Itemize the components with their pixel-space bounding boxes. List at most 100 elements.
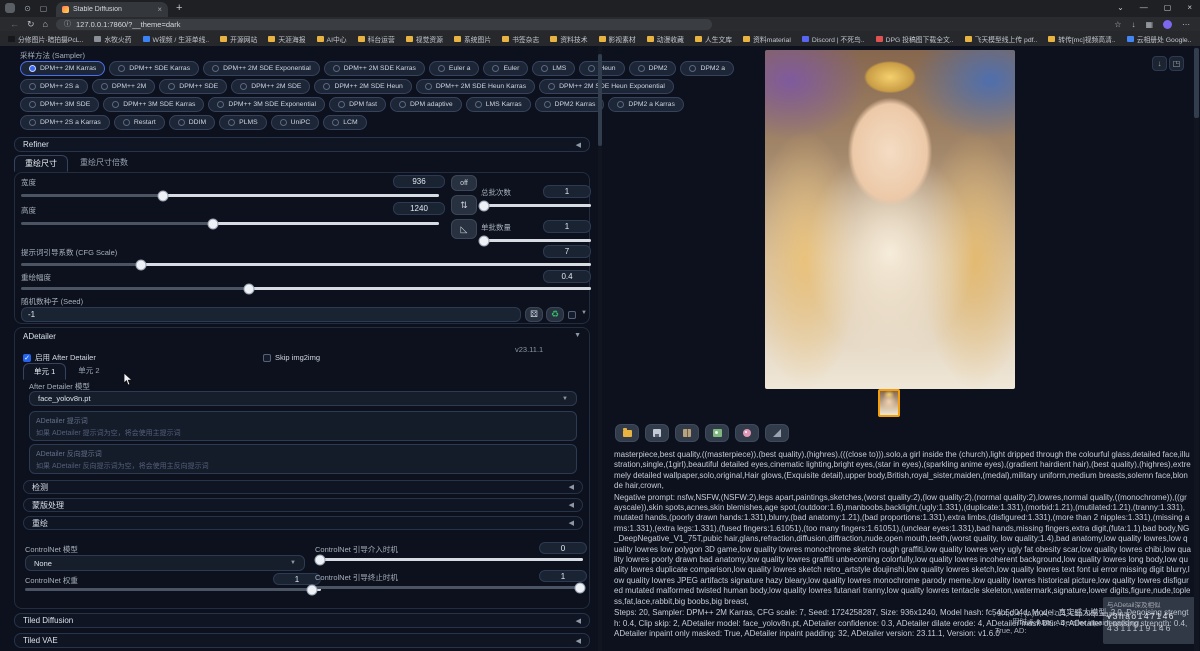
sampler-option[interactable]: UniPC [271, 115, 320, 130]
send-to-inpaint-button[interactable] [765, 424, 789, 442]
controlnet-end-slider[interactable] [315, 586, 583, 589]
bookmark-item[interactable]: AI中心 [317, 34, 347, 44]
account-avatar[interactable] [1163, 20, 1172, 29]
scrollbar-thumb[interactable] [1194, 48, 1199, 118]
browser-tab[interactable]: Stable Diffusion × [56, 2, 168, 17]
new-tab-button[interactable]: + [176, 2, 182, 14]
url-box[interactable]: ⓘ 127.0.0.1:7860/?__theme=dark [56, 19, 712, 30]
sampler-option[interactable]: DPM++ 2M [92, 79, 155, 94]
bookmark-item[interactable]: 视觉资源 [406, 34, 443, 44]
sampler-option[interactable]: DPM++ 2M SDE Karras [324, 61, 425, 76]
scrollbar-thumb[interactable] [598, 54, 602, 146]
sampler-option[interactable]: DPM++ 2M Karras [20, 61, 105, 76]
controlnet-end-input[interactable] [539, 570, 587, 582]
sampler-option[interactable]: DPM2 Karras [535, 97, 605, 112]
height-slider-handle[interactable] [208, 218, 219, 229]
open-folder-button[interactable] [615, 424, 639, 442]
left-panel-scrollbar[interactable] [598, 46, 602, 651]
favorite-star-icon[interactable]: ☆ [1114, 20, 1121, 29]
bookmark-item[interactable]: 资料技术 [550, 34, 587, 44]
bookmark-item[interactable]: Discord | 不死鸟.. [802, 34, 865, 44]
save-image-button[interactable] [645, 424, 669, 442]
refiner-accordion[interactable]: Refiner ◀ [14, 137, 590, 152]
tab-layout-icon[interactable]: ▢ [38, 3, 49, 14]
send-to-img2img-button[interactable] [705, 424, 729, 442]
controlnet-weight-slider-handle[interactable] [307, 584, 318, 595]
tab-resize-by[interactable]: 重绘尺寸倍数 [70, 155, 138, 172]
reuse-seed-button[interactable]: ♻ [546, 307, 564, 322]
home-icon[interactable]: ⌂ [43, 20, 48, 29]
batch-count-input[interactable] [543, 185, 591, 198]
sampler-option[interactable]: DPM++ 2M SDE Heun Exponential [539, 79, 674, 94]
save-zip-button[interactable] [675, 424, 699, 442]
swap-dimensions-button[interactable]: ⇅ [451, 195, 477, 215]
controlnet-weight-input[interactable] [273, 573, 321, 585]
tiled-vae-accordion[interactable]: Tiled VAE ◀ [14, 633, 590, 648]
random-seed-button[interactable]: ⚄ [525, 307, 543, 322]
url-text[interactable]: 127.0.0.1:7860/?__theme=dark [76, 20, 180, 29]
browser-menu-icon[interactable]: ⋯ [1182, 20, 1190, 29]
tiled-diffusion-accordion[interactable]: Tiled Diffusion ◀ [14, 613, 590, 628]
tab-search-icon[interactable]: ⌄ [1117, 3, 1124, 12]
browser-profile-icon[interactable] [5, 3, 15, 13]
back-icon[interactable]: ← [10, 20, 19, 29]
window-scrollbar[interactable] [1194, 46, 1199, 651]
sampler-option[interactable]: DPM++ 2M SDE Heun [314, 79, 411, 94]
denoise-input[interactable] [543, 270, 591, 283]
tab-close-icon[interactable]: × [157, 5, 162, 14]
controlnet-model-dropdown[interactable]: None ▼ [25, 555, 305, 571]
aspect-off-button[interactable]: off [451, 175, 477, 191]
cfg-slider[interactable] [21, 263, 591, 266]
seed-input[interactable] [21, 307, 521, 322]
history-icon[interactable]: ⊙ [22, 3, 33, 14]
seed-extra-caret-icon[interactable]: ▼ [581, 310, 587, 316]
detection-accordion[interactable]: 检测 ◀ [23, 480, 583, 494]
inpaint-accordion[interactable]: 重绘 ◀ [23, 516, 583, 530]
adetailer-negative-textarea[interactable]: ADetailer 反向提示词 如果 ADetailer 反向提示词为空，将会使… [29, 444, 577, 474]
width-input[interactable] [393, 175, 445, 188]
image-fullscreen-button[interactable]: ◳ [1169, 56, 1184, 71]
bookmark-item[interactable]: 科台运营 [358, 34, 395, 44]
bookmark-item[interactable]: 系统图片 [454, 34, 491, 44]
bookmark-item[interactable]: 水牧火药 [94, 34, 131, 44]
bookmark-item[interactable]: 分修图片·暗拍摄PcL.. [8, 34, 83, 44]
sampler-option[interactable]: DPM2 a [680, 61, 734, 76]
cfg-slider-handle[interactable] [135, 259, 146, 270]
sampler-option[interactable]: DPM++ 2M SDE Heun Karras [416, 79, 535, 94]
refresh-icon[interactable]: ↻ [27, 20, 35, 29]
controlnet-weight-slider[interactable] [25, 588, 321, 591]
cfg-input[interactable] [543, 245, 591, 258]
sampler-option[interactable]: LCM [323, 115, 366, 130]
send-to-extras-button[interactable] [735, 424, 759, 442]
batch-size-slider[interactable] [481, 239, 591, 242]
window-minimize-button[interactable]: — [1140, 3, 1148, 12]
sampler-option[interactable]: DPM++ 2S a [20, 79, 88, 94]
bookmark-item[interactable]: DPG 投稿图下载全文.. [876, 34, 954, 44]
bookmark-item[interactable]: 天涯海报 [268, 34, 305, 44]
sampler-option[interactable]: Euler a [429, 61, 480, 76]
batch-size-slider-handle[interactable] [479, 235, 490, 246]
sampler-option[interactable]: DPM2 [629, 61, 677, 76]
bookmark-item[interactable]: 开源网站 [220, 34, 257, 44]
collections-icon[interactable]: ▦ [1145, 20, 1153, 29]
image-download-button[interactable]: ↓ [1152, 56, 1167, 71]
batch-count-slider-handle[interactable] [479, 200, 490, 211]
generated-image[interactable] [765, 50, 1015, 389]
bookmark-item[interactable]: 云相册处 Google.. [1127, 34, 1192, 44]
window-close-button[interactable]: × [1187, 3, 1192, 12]
height-input[interactable] [393, 202, 445, 215]
sampler-option[interactable]: DPM adaptive [390, 97, 462, 112]
bookmark-item[interactable]: W视频 / 生涯单线.. [143, 34, 210, 44]
sampler-option[interactable]: DPM++ SDE [159, 79, 227, 94]
denoise-slider[interactable] [21, 287, 591, 290]
sampler-option[interactable]: DPM++ 3M SDE Exponential [208, 97, 325, 112]
tab-unit-1[interactable]: 单元 1 [23, 363, 66, 380]
bookmark-item[interactable]: 资料material [743, 34, 791, 44]
sampler-option[interactable]: PLMS [219, 115, 267, 130]
sampler-option[interactable]: DPM++ 2S a Karras [20, 115, 110, 130]
controlnet-start-slider[interactable] [315, 558, 583, 561]
detect-size-button[interactable]: ◺ [451, 219, 477, 239]
bookmark-item[interactable]: 动漫收藏 [647, 34, 684, 44]
sampler-option[interactable]: DPM++ 3M SDE [20, 97, 99, 112]
seed-extra-checkbox[interactable] [568, 311, 576, 319]
